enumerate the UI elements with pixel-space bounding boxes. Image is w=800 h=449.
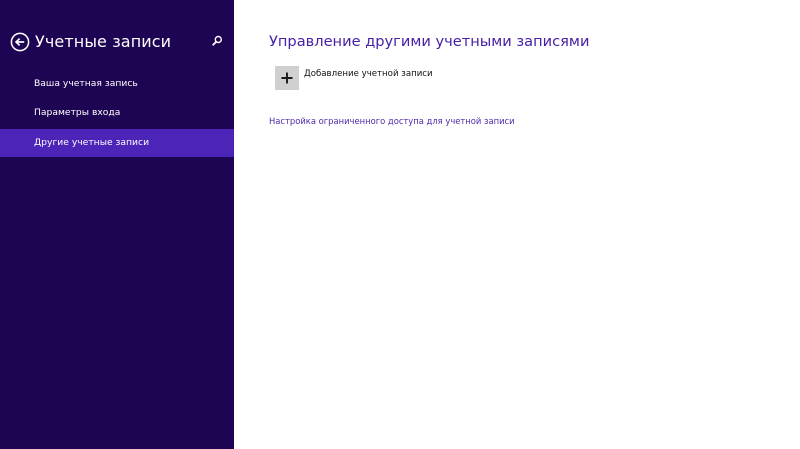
page-title: Управление другими учетными записями [269, 33, 590, 50]
sidebar-title: Учетные записи [35, 32, 172, 51]
assigned-access-link[interactable]: Настройка ограниченного доступа для учет… [269, 115, 515, 127]
add-account-label: Добавление учетной записи [304, 69, 433, 79]
add-account-tile[interactable] [275, 66, 299, 90]
search-icon [212, 35, 223, 46]
sidebar: Учетные записи Ваша учетная запись Парам… [0, 0, 234, 449]
back-arrow-circle-icon [10, 32, 30, 52]
back-button[interactable] [10, 32, 30, 52]
search-button[interactable] [210, 34, 224, 48]
plus-icon [281, 72, 293, 84]
sidebar-item-your-account[interactable]: Ваша учетная запись [0, 70, 234, 98]
main-content: Управление другими учетными записями Доб… [234, 0, 800, 449]
sidebar-item-sign-in-options[interactable]: Параметры входа [0, 99, 234, 127]
sidebar-item-other-accounts[interactable]: Другие учетные записи [0, 129, 234, 157]
